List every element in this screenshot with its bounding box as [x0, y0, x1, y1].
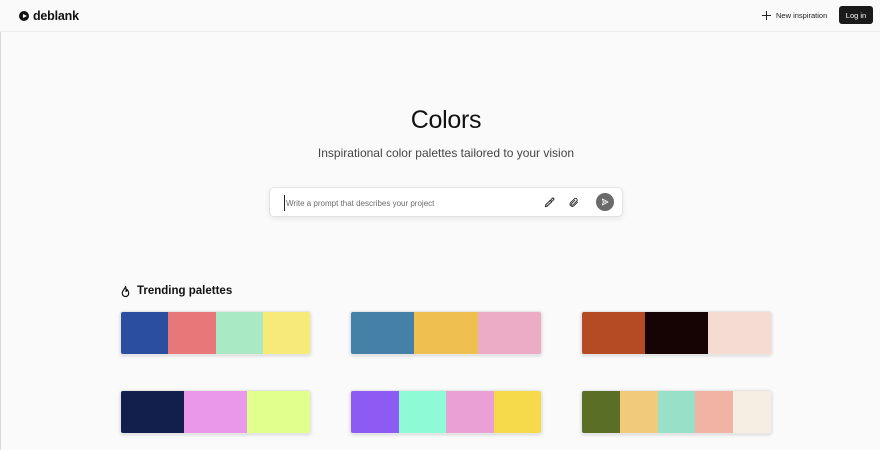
- trending-heading: Trending palettes: [120, 284, 232, 298]
- window-edge: [0, 0, 1, 450]
- color-swatch[interactable]: [247, 391, 310, 433]
- color-swatch[interactable]: [733, 391, 771, 433]
- new-inspiration-button[interactable]: New inspiration: [756, 6, 833, 25]
- color-swatch[interactable]: [695, 391, 734, 433]
- color-swatch[interactable]: [477, 312, 541, 354]
- page-title: Colors: [410, 106, 482, 134]
- plus-icon: [762, 11, 771, 20]
- palette-card[interactable]: [120, 311, 311, 355]
- color-swatch[interactable]: [582, 312, 645, 354]
- flame-icon: [121, 285, 130, 297]
- color-swatch[interactable]: [262, 312, 310, 354]
- color-swatch[interactable]: [351, 391, 399, 433]
- eyedropper-icon[interactable]: [542, 195, 556, 209]
- paperclip-icon[interactable]: [566, 195, 580, 209]
- palette-card[interactable]: [581, 390, 772, 434]
- login-button[interactable]: Log in: [839, 6, 873, 24]
- color-swatch[interactable]: [215, 312, 263, 354]
- color-swatch[interactable]: [121, 391, 184, 433]
- color-swatch[interactable]: [184, 391, 247, 433]
- color-swatch[interactable]: [398, 391, 446, 433]
- color-swatch[interactable]: [493, 391, 541, 433]
- trending-label: Trending palettes: [137, 285, 233, 297]
- color-swatch[interactable]: [582, 391, 620, 433]
- logo[interactable]: deblank: [19, 9, 79, 23]
- color-swatch[interactable]: [414, 312, 478, 354]
- send-icon: [601, 198, 609, 206]
- new-inspiration-label: New inspiration: [776, 11, 828, 20]
- logo-text: deblank: [33, 9, 79, 23]
- logo-mark-icon: [19, 11, 29, 21]
- send-button[interactable]: [596, 193, 614, 211]
- page-subtitle: Inspirational color palettes tailored to…: [317, 146, 575, 160]
- palette-card[interactable]: [350, 311, 542, 355]
- color-swatch[interactable]: [657, 391, 696, 433]
- palette-card[interactable]: [120, 390, 311, 434]
- palette-card[interactable]: [581, 311, 772, 355]
- prompt-input[interactable]: [284, 195, 534, 211]
- color-swatch[interactable]: [446, 391, 494, 433]
- color-swatch[interactable]: [645, 312, 708, 354]
- color-swatch[interactable]: [121, 312, 169, 354]
- top-bar: deblank New inspiration Log in: [0, 0, 880, 32]
- color-swatch[interactable]: [168, 312, 216, 354]
- color-swatch[interactable]: [619, 391, 658, 433]
- palette-card[interactable]: [350, 390, 542, 434]
- color-swatch[interactable]: [351, 312, 415, 354]
- color-swatch[interactable]: [708, 312, 771, 354]
